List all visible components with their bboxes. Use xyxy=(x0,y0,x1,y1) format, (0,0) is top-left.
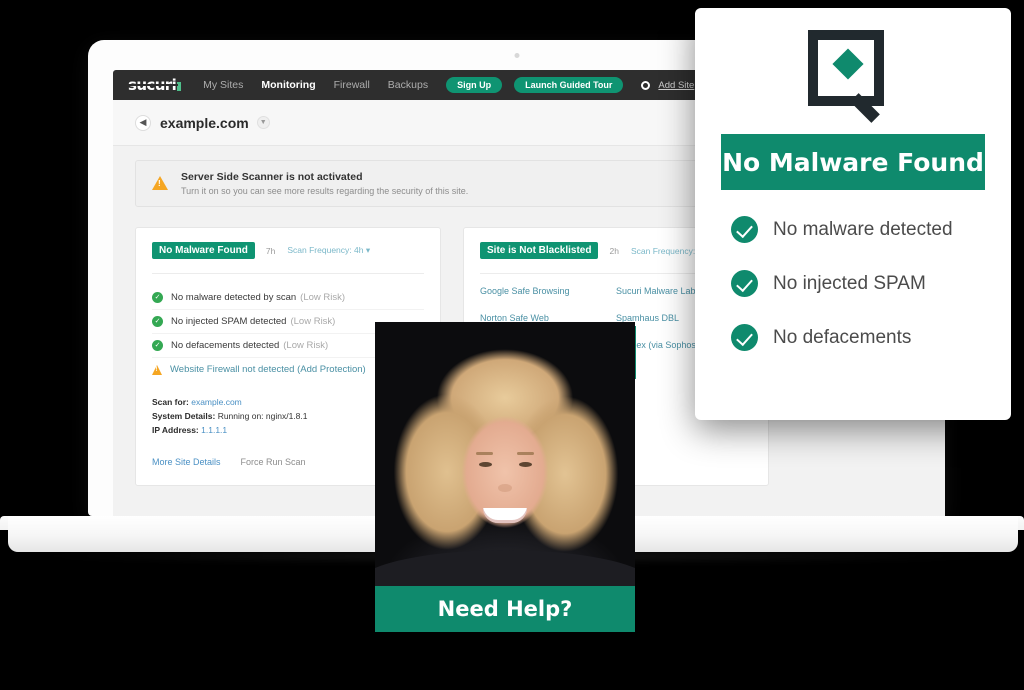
list-item: No defacements xyxy=(731,324,1011,351)
card-divider xyxy=(152,273,424,274)
face-shoulders xyxy=(375,550,635,586)
warning-triangle-icon xyxy=(152,364,162,375)
list-item-text: No malware detected by scan xyxy=(171,292,297,303)
list-item: ✓ No malware detected by scan (Low Risk) xyxy=(152,286,424,310)
alert-text-block: Server Side Scanner is not activated Tur… xyxy=(181,171,468,196)
status-badge: Site is Not Blacklisted xyxy=(480,242,599,259)
scan-for-value[interactable]: example.com xyxy=(191,397,242,407)
malware-status-row: No Malware Found 7h Scan Frequency: 4h ▾ xyxy=(152,242,424,259)
check-circle-icon xyxy=(731,270,758,297)
ip-address-value: 1.1.1.1 xyxy=(201,425,228,436)
system-details-value: Running on: nginx/1.8.1 xyxy=(217,411,308,422)
more-site-details-link[interactable]: More Site Details xyxy=(152,457,221,467)
scan-age: 7h xyxy=(265,245,276,256)
avatar xyxy=(375,322,635,586)
screenshot-stage: sucuri My Sites Monitoring Firewall Back… xyxy=(0,0,1024,690)
scan-frequency-dropdown[interactable]: Scan Frequency: 4 xyxy=(631,246,702,256)
no-malware-overlay-panel: No Malware Found No malware detected No … xyxy=(695,8,1011,420)
list-item: No injected SPAM xyxy=(731,270,1011,297)
list-item-text: Website Firewall not detected (Add Prote… xyxy=(170,364,366,375)
warning-triangle-icon xyxy=(152,176,168,190)
nav-link-my-sites[interactable]: My Sites xyxy=(203,79,243,91)
force-run-scan-link[interactable]: Force Run Scan xyxy=(241,457,306,467)
ip-address-label: IP Address: xyxy=(152,425,199,436)
page-title: example.com xyxy=(160,114,249,131)
sign-up-button[interactable]: Sign Up xyxy=(446,77,503,93)
arrow-left-icon[interactable]: ◀ xyxy=(135,114,151,131)
list-item-risk: (Low Risk) xyxy=(290,316,336,327)
need-help-button[interactable]: Need Help? xyxy=(375,586,635,632)
overlay-status-badge: No Malware Found xyxy=(721,134,985,190)
check-circle-icon: ✓ xyxy=(152,316,163,327)
sucuri-logo-strike xyxy=(128,84,179,86)
face-brow-right xyxy=(517,452,534,455)
gear-icon[interactable] xyxy=(641,80,651,90)
alert-title: Server Side Scanner is not activated xyxy=(181,171,363,183)
face-brow-left xyxy=(476,452,493,455)
list-item-label: No malware detected xyxy=(773,218,953,240)
nav-link-monitoring[interactable]: Monitoring xyxy=(261,79,315,91)
need-help-label: Need Help? xyxy=(437,597,573,621)
launch-guided-tour-button[interactable]: Launch Guided Tour xyxy=(514,77,624,93)
overlay-check-list: No malware detected No injected SPAM No … xyxy=(731,216,1011,351)
laptop-camera-icon xyxy=(514,53,519,58)
scan-age: 2h xyxy=(609,245,619,256)
magnifier-diamond-icon xyxy=(808,30,884,123)
nav-link-backups[interactable]: Backups xyxy=(388,79,428,91)
support-agent-card: Need Help? xyxy=(375,322,635,632)
face-eye-right xyxy=(519,462,532,467)
list-item-text: No defacements detected xyxy=(171,340,280,351)
face-nose xyxy=(498,484,512,492)
list-item-text: No injected SPAM detected xyxy=(171,316,287,327)
check-circle-icon xyxy=(731,324,758,351)
blacklist-engine[interactable]: Google Safe Browsing xyxy=(480,286,616,296)
scan-frequency-label: Scan Frequency: 4h xyxy=(287,245,364,255)
check-circle-icon xyxy=(731,216,758,243)
nav-link-firewall[interactable]: Firewall xyxy=(334,79,370,91)
chevron-down-icon[interactable]: ▼ xyxy=(256,116,270,129)
list-item-label: No injected SPAM xyxy=(773,272,926,294)
list-item-label: No defacements xyxy=(773,326,912,348)
check-circle-icon: ✓ xyxy=(152,292,163,303)
add-site-link[interactable]: Add Site xyxy=(658,80,694,91)
system-details-label: System Details: xyxy=(152,411,216,422)
scan-frequency-dropdown[interactable]: Scan Frequency: 4h ▾ xyxy=(287,245,370,256)
overlay-icon-wrap xyxy=(695,8,1011,134)
overlay-status-label: No Malware Found xyxy=(722,147,984,177)
list-item: No malware detected xyxy=(731,216,1011,243)
face-eye-left xyxy=(479,462,492,467)
list-item-risk: (Low Risk) xyxy=(300,292,346,303)
sucuri-logo[interactable]: sucuri xyxy=(128,76,182,94)
alert-subtitle: Turn it on so you can see more results r… xyxy=(181,186,469,196)
status-badge: No Malware Found xyxy=(152,242,255,259)
check-circle-icon: ✓ xyxy=(152,340,163,351)
list-item-risk: (Low Risk) xyxy=(283,340,329,351)
face-mouth xyxy=(483,508,527,523)
scan-frequency-label: Scan Frequency: 4 xyxy=(630,245,703,256)
scan-for-label: Scan for: xyxy=(152,397,189,407)
